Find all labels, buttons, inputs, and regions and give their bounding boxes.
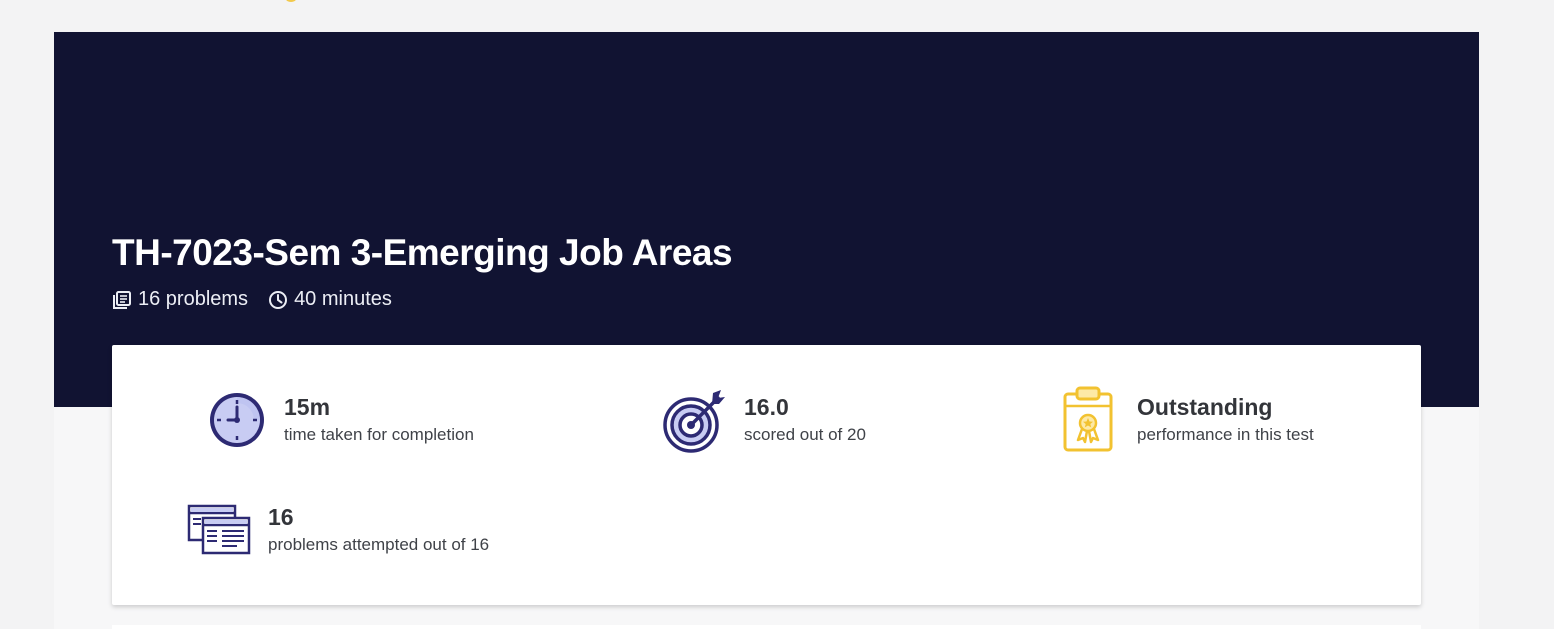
problem-count: 16 problems xyxy=(112,288,248,311)
time-taken-caption: time taken for completion xyxy=(284,425,474,444)
clock-icon xyxy=(268,290,288,310)
test-title: TH-7023-Sem 3-Emerging Job Areas xyxy=(112,232,733,273)
results-summary-card: 15m time taken for completion 16.0 score… xyxy=(112,345,1421,605)
attempted-caption: problems attempted out of 16 xyxy=(268,535,490,554)
time-taken-value: 15m xyxy=(284,394,331,420)
performance-caption: performance in this test xyxy=(1137,425,1314,444)
performance-value: Outstanding xyxy=(1137,394,1273,420)
windows-documents-icon xyxy=(187,503,253,562)
top-indicator xyxy=(286,0,296,2)
results-page: TH-7023-Sem 3-Emerging Job Areas 16 prob… xyxy=(0,0,1554,629)
score-caption: scored out of 20 xyxy=(744,425,866,444)
next-section-edge xyxy=(112,625,1421,629)
test-duration-label: 40 minutes xyxy=(294,288,392,310)
test-meta: 16 problems 40 minutes xyxy=(112,288,412,311)
problem-count-label: 16 problems xyxy=(138,288,249,310)
attempted-value: 16 xyxy=(268,504,294,530)
target-dart-icon xyxy=(663,387,731,458)
score-value: 16.0 xyxy=(744,394,789,420)
test-duration: 40 minutes xyxy=(268,288,392,311)
clock-face-icon xyxy=(208,390,268,455)
book-stack-icon xyxy=(112,290,132,310)
clipboard-award-icon xyxy=(1062,385,1114,458)
